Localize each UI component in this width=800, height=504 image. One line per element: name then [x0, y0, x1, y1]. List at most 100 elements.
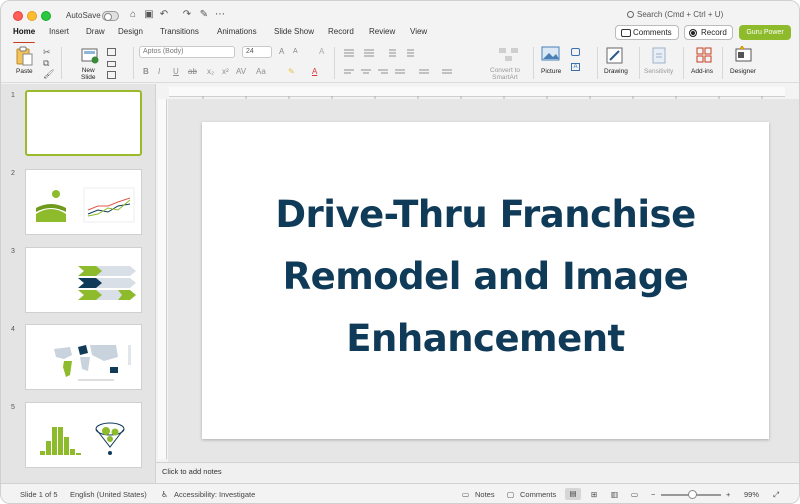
thumbnail-number: 3	[11, 248, 15, 255]
bold-icon[interactable]: B	[143, 67, 149, 76]
reading-view-icon[interactable]: ▥	[611, 490, 618, 499]
font-name-select[interactable]: Aptos (Body)	[139, 46, 235, 58]
zoom-out-icon[interactable]: −	[651, 490, 655, 499]
sensitivity-icon[interactable]	[650, 46, 668, 64]
autosave-toggle[interactable]	[102, 11, 119, 21]
section-icon[interactable]	[107, 71, 116, 79]
copy-icon[interactable]: ⧉	[43, 58, 49, 69]
drawing-icon[interactable]	[605, 46, 625, 66]
zoom-level[interactable]: 99%	[744, 490, 759, 499]
underline-icon[interactable]: U	[173, 67, 179, 76]
language-indicator[interactable]: English (United States)	[70, 490, 147, 499]
slide-title[interactable]: Drive-Thru Franchise Remodel and Image E…	[202, 184, 769, 370]
italic-icon[interactable]: I	[158, 67, 160, 76]
reset-icon[interactable]	[107, 61, 116, 67]
tab-draw[interactable]: Draw	[86, 27, 105, 41]
tab-view[interactable]: View	[410, 27, 427, 41]
designer-label: Designer	[730, 68, 757, 75]
paste-label: Paste	[16, 68, 33, 75]
slide-thumbnail-panel[interactable]: 1 2 3 4 5	[1, 84, 156, 484]
comments-toggle[interactable]: Comments	[520, 490, 556, 499]
slide-title-line-2: Remodel and Image	[282, 255, 689, 298]
shapes-icon[interactable]	[571, 48, 580, 56]
slide-sorter-icon[interactable]: ⊞	[591, 490, 597, 499]
strikethrough-icon[interactable]: ab	[188, 67, 197, 76]
save-icon[interactable]: ▣	[143, 9, 155, 21]
horizontal-ruler[interactable]	[169, 87, 785, 100]
powerpoint-window: AutoSave ⌂ ▣ ↶ ↷ ✎ ⋯ Search (Cmd + Ctrl …	[0, 0, 800, 504]
increase-font-icon[interactable]: A	[279, 47, 284, 56]
minimize-window-button[interactable]	[27, 11, 37, 21]
tab-review[interactable]: Review	[369, 27, 395, 41]
slide-3-preview	[78, 266, 136, 300]
font-size-select[interactable]: 24	[242, 46, 272, 58]
layout-icon[interactable]	[107, 48, 116, 56]
cut-icon[interactable]: ✂	[43, 47, 51, 58]
tab-record[interactable]: Record	[328, 27, 354, 41]
thumbnail-number: 2	[11, 170, 15, 177]
normal-view-icon[interactable]: ▤	[565, 488, 581, 500]
decrease-font-icon[interactable]: A	[293, 48, 298, 55]
highlight-icon[interactable]: ✎	[288, 67, 295, 76]
textbox-icon[interactable]: A	[571, 63, 580, 71]
slide-thumbnail-4[interactable]	[25, 324, 142, 390]
new-slide-icon[interactable]	[81, 46, 99, 64]
tab-home[interactable]: Home	[13, 27, 36, 44]
search-placeholder: Search (Cmd + Ctrl + U)	[637, 10, 724, 19]
smartart-icon[interactable]	[497, 46, 521, 64]
slide-thumbnail-5[interactable]	[25, 402, 142, 468]
edit-icon[interactable]: ✎	[198, 9, 210, 21]
tab-insert[interactable]: Insert	[49, 27, 69, 41]
more-icon[interactable]: ⋯	[214, 9, 226, 21]
change-case-icon[interactable]: Aa	[256, 67, 266, 76]
comments-button[interactable]: Comments	[615, 25, 679, 40]
guru-power-button[interactable]: Guru Power	[739, 25, 791, 40]
slide-5-preview	[40, 422, 125, 455]
record-button[interactable]: Record	[684, 25, 733, 40]
slide-thumbnail-3[interactable]	[25, 247, 142, 313]
picture-icon[interactable]	[541, 46, 561, 62]
slide-thumbnail-1[interactable]	[25, 90, 142, 156]
clear-format-icon[interactable]: A	[319, 47, 324, 56]
char-spacing-icon[interactable]: AV	[236, 67, 246, 76]
autosave-label: AutoSave	[66, 11, 101, 20]
tab-animations[interactable]: Animations	[217, 27, 257, 41]
close-window-button[interactable]	[13, 11, 23, 21]
notes-icon[interactable]: ▭	[462, 490, 469, 499]
search-box[interactable]: Search (Cmd + Ctrl + U)	[627, 10, 723, 19]
addins-icon[interactable]	[695, 46, 713, 64]
tab-slide-show[interactable]: Slide Show	[274, 27, 314, 41]
paste-icon[interactable]	[14, 46, 34, 66]
slide-title-line-1: Drive-Thru Franchise	[275, 193, 696, 236]
notes-toggle[interactable]: Notes	[475, 490, 495, 499]
slide-4-preview	[54, 345, 131, 381]
comments-icon[interactable]: ▢	[507, 490, 514, 499]
slide-title-line-3: Enhancement	[346, 317, 625, 360]
undo-icon[interactable]: ↶	[158, 9, 170, 21]
superscript-icon[interactable]: x²	[222, 67, 229, 76]
redo-icon[interactable]: ↷	[181, 9, 193, 21]
font-color-icon[interactable]: A	[312, 67, 317, 76]
vertical-ruler[interactable]	[158, 99, 167, 459]
format-painter-icon[interactable]: 🖌	[43, 69, 54, 80]
slide-2-preview	[36, 187, 135, 223]
tab-design[interactable]: Design	[118, 27, 143, 41]
notes-pane[interactable]: Click to add notes	[156, 462, 799, 482]
home-ribbon: Paste ✂ ⧉ 🖌 New Slide Aptos (Body) 24 A A…	[1, 43, 799, 83]
zoom-in-icon[interactable]: +	[726, 490, 730, 499]
new-slide-label-2: Slide	[81, 74, 96, 81]
designer-icon[interactable]	[734, 46, 754, 64]
slide-thumbnail-2[interactable]	[25, 169, 142, 235]
slideshow-view-icon[interactable]: ▭	[631, 490, 638, 499]
accessibility-status[interactable]: Accessibility: Investigate	[174, 490, 255, 499]
home-icon[interactable]: ⌂	[127, 9, 139, 21]
current-slide[interactable]: Drive-Thru Franchise Remodel and Image E…	[202, 122, 769, 439]
accessibility-icon[interactable]: ♿	[161, 490, 168, 499]
subscript-icon[interactable]: x₂	[207, 67, 214, 76]
zoom-slider-handle[interactable]	[688, 490, 697, 499]
tab-transitions[interactable]: Transitions	[160, 27, 199, 41]
fit-to-window-icon[interactable]: ⤢	[773, 490, 779, 500]
zoom-window-button[interactable]	[41, 11, 51, 21]
drawing-label: Drawing	[604, 68, 628, 75]
status-bar: Slide 1 of 5 English (United States) ♿ A…	[1, 483, 799, 503]
